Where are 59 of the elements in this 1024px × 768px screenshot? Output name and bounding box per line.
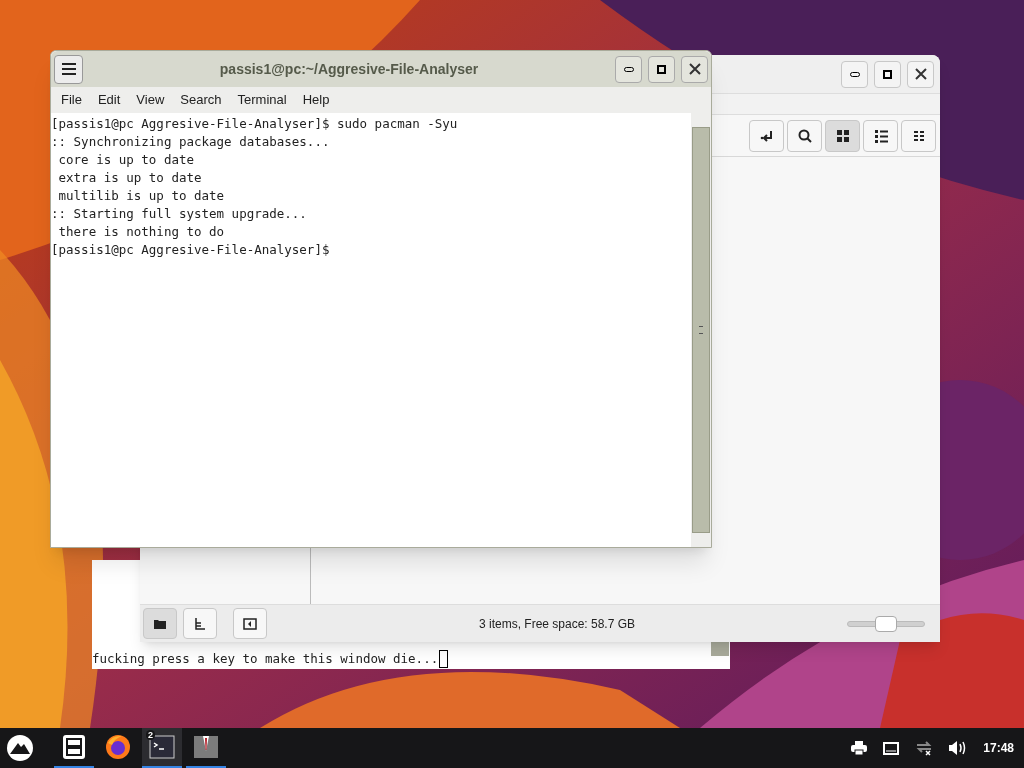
window-count-badge: 2: [146, 730, 155, 740]
suit-icon: [192, 733, 220, 761]
toolbar-button[interactable]: [901, 119, 936, 152]
menu-item[interactable]: Search: [172, 90, 230, 110]
mountain-icon[interactable]: [6, 734, 34, 762]
scrollbar-thumb[interactable]: [692, 127, 710, 533]
menu-item[interactable]: File: [53, 90, 90, 110]
maximize-button[interactable]: [874, 60, 901, 88]
toolbar-button[interactable]: [825, 119, 860, 152]
text-cursor: [439, 650, 449, 668]
menu-item[interactable]: Edit: [89, 90, 129, 110]
network-disconnected-icon[interactable]: [915, 740, 934, 756]
terminal-line: there is nothing to do: [57, 223, 225, 241]
close-button[interactable]: [907, 60, 934, 88]
clock[interactable]: 17:48: [983, 739, 1014, 757]
file-cabinet-icon: [60, 733, 88, 761]
terminal-line: multilib is up to date: [57, 187, 225, 205]
menu-item[interactable]: Help: [294, 90, 338, 110]
toolbar-button[interactable]: [863, 119, 898, 152]
window-title: passis1@pc:~/Aggresive-File-Analyser: [219, 59, 479, 79]
list-view-icon: [873, 128, 888, 143]
maximize-button[interactable]: [648, 55, 675, 83]
minimize-button[interactable]: [841, 60, 868, 88]
grid-view-icon: [835, 128, 850, 143]
terminal-icon: [148, 733, 176, 761]
tree-icon: [193, 616, 207, 631]
close-button[interactable]: [681, 55, 708, 83]
menu-button[interactable]: [54, 54, 83, 84]
close-icon: [688, 63, 701, 75]
slider-thumb[interactable]: [875, 615, 897, 632]
terminal-line: fucking press a key to make this window die...: [92, 650, 439, 668]
menu-item[interactable]: View: [128, 90, 173, 110]
terminal-line: :: Starting full system upgrade...: [51, 205, 307, 223]
zoom-slider[interactable]: [847, 615, 925, 632]
toolbar-button[interactable]: [749, 119, 784, 152]
terminal-line: extra is up to date: [57, 169, 202, 187]
toolbar-button[interactable]: [183, 608, 217, 639]
toolbar-button[interactable]: [787, 119, 822, 152]
return-arrow-icon: [759, 128, 774, 143]
minimize-button[interactable]: [615, 55, 642, 83]
menu-item[interactable]: Terminal: [229, 90, 295, 110]
toolbar-button[interactable]: [233, 608, 267, 639]
terminal-line: [passis1@pc Aggresive-File-Analyser]$: [51, 241, 330, 259]
status-text: 3 items, Free space: 58.7 GB: [477, 615, 637, 633]
toolbar-button[interactable]: [143, 608, 177, 639]
menu-icon: [61, 63, 76, 75]
taskbar-button[interactable]: 2: [142, 728, 182, 768]
search-icon: [797, 128, 812, 143]
sidebar-toggle-icon: [243, 616, 257, 631]
terminal-line: core is up to date: [57, 151, 194, 169]
fox-globe-icon: [104, 733, 132, 761]
terminal-line: :: Synchronizing package databases...: [51, 133, 330, 151]
scrollbar-thumb: [711, 642, 729, 656]
compact-view-icon: [911, 128, 926, 143]
volume-icon[interactable]: [949, 741, 968, 755]
close-icon: [914, 68, 927, 80]
printer-icon[interactable]: [851, 741, 868, 755]
display-icon[interactable]: [883, 741, 900, 755]
terminal-line: [passis1@pc Aggresive-File-Analyser]$ sudo pacman -Syu: [51, 115, 458, 133]
